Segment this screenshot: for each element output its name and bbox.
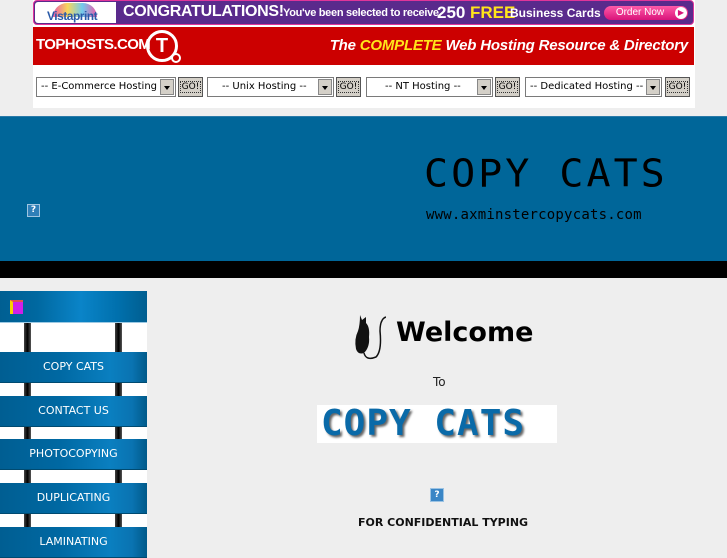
tophosts-banner[interactable]: TOPHOSTS.COM T The COMPLETE Web Hosting … xyxy=(33,27,694,65)
ad-subtext: You've been selected to receive xyxy=(283,7,439,19)
sidebar-item-laminating[interactable]: LAMINATING xyxy=(0,527,147,558)
chevron-down-icon[interactable] xyxy=(477,79,491,95)
copy-cats-logo: COPY CATS xyxy=(317,403,557,444)
chevron-down-icon[interactable] xyxy=(318,79,332,95)
header-divider-bar xyxy=(0,261,727,278)
dedicated-hosting-select[interactable]: -- Dedicated Hosting -- xyxy=(525,77,662,97)
cat-icon xyxy=(355,315,386,360)
sidebar-item-copy-cats[interactable]: COPY CATS xyxy=(0,352,147,383)
chevron-down-icon[interactable] xyxy=(646,79,660,95)
vistaprint-ad-banner[interactable]: Vistaprint CONGRATULATIONS! You've been … xyxy=(33,0,694,25)
sidebar-item-contact-us[interactable]: CONTACT US xyxy=(0,396,147,427)
chevron-down-icon[interactable] xyxy=(160,79,174,95)
ecommerce-hosting-select[interactable]: -- E-Commerce Hosting -- xyxy=(36,77,176,97)
sidebar-item-duplicating[interactable]: DUPLICATING xyxy=(0,483,147,514)
tagline-highlight: COMPLETE xyxy=(359,37,442,54)
ad-free: FREE xyxy=(470,3,516,22)
nt-go-button[interactable]: GO! xyxy=(495,77,520,97)
nt-hosting-select[interactable]: -- NT Hosting -- xyxy=(366,77,493,97)
tophosts-logo-icon: T xyxy=(146,30,181,63)
ad-quantity: 250 xyxy=(437,3,466,22)
ecommerce-go-button[interactable]: GO! xyxy=(178,77,203,97)
welcome-graphic: Welcome xyxy=(352,311,533,361)
dedicated-go-button[interactable]: GO! xyxy=(665,77,690,97)
ad-headline: CONGRATULATIONS! xyxy=(123,3,284,20)
unix-hosting-select[interactable]: -- Unix Hosting -- xyxy=(207,77,334,97)
broken-image-icon: ? xyxy=(430,488,444,502)
play-arrow-icon: ▶ xyxy=(675,7,687,19)
unix-go-button[interactable]: GO! xyxy=(336,77,361,97)
nav-spacer xyxy=(0,514,147,527)
tophosts-tagline: The COMPLETE Web Hosting Resource & Dire… xyxy=(329,37,689,54)
broken-image-icon: ? xyxy=(27,204,40,217)
copy-cats-logo-text: COPY CATS xyxy=(321,403,526,444)
site-header: ? COPY CATS www.axminstercopycats.com xyxy=(0,116,727,262)
site-url: www.axminstercopycats.com xyxy=(426,207,642,223)
nav-spacer xyxy=(0,323,147,352)
order-now-button[interactable]: Order Now ▶ xyxy=(604,6,688,20)
tophosts-brand: TOPHOSTS.COM xyxy=(36,36,151,53)
site-title: COPY CATS xyxy=(424,152,668,196)
sidebar-header xyxy=(0,291,147,323)
book-icon xyxy=(10,300,23,314)
top-ad-block: Vistaprint CONGRATULATIONS! You've been … xyxy=(33,0,695,108)
nav-spacer xyxy=(0,470,147,483)
service-heading: FOR CONFIDENTIAL TYPING xyxy=(358,516,529,529)
order-now-label: Order Now xyxy=(615,7,665,18)
vistaprint-logo: Vistaprint xyxy=(35,2,116,23)
sidebar-item-photocopying[interactable]: PHOTOCOPYING xyxy=(0,439,147,470)
to-text: To xyxy=(433,375,446,389)
welcome-text: Welcome xyxy=(396,317,534,348)
ad-product: Business Cards xyxy=(510,6,601,20)
vistaprint-logo-text: Vistaprint xyxy=(47,9,98,23)
